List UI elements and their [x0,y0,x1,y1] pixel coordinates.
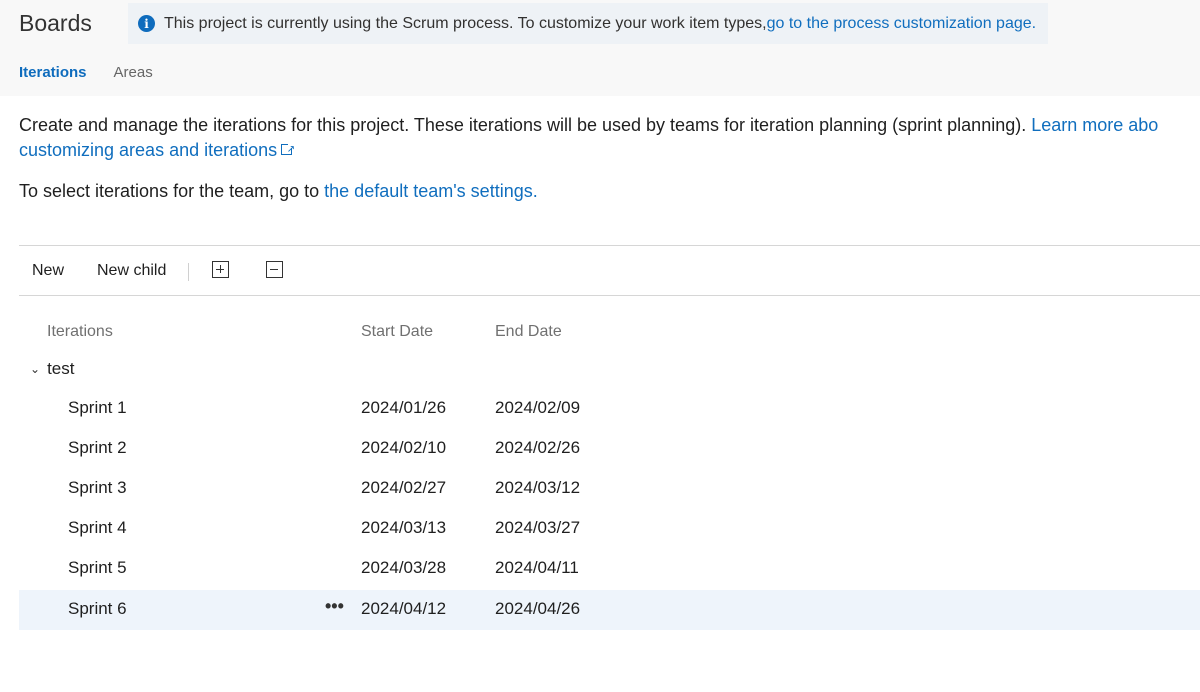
team-settings-text: To select iterations for the team, go to [19,181,325,201]
column-header-end-date[interactable]: End Date [495,323,562,341]
iteration-name: Sprint 2 [68,438,127,457]
description: Create and manage the iterations for thi… [19,113,1200,163]
table-row[interactable]: Sprint 4 2024/03/13 2024/03/27 [19,509,1200,549]
end-date: 2024/02/26 [495,438,581,457]
end-date: 2024/03/12 [495,478,581,497]
info-text: This project is currently using the Scru… [164,14,767,32]
iteration-name: Sprint 1 [68,398,127,417]
start-date: 2024/03/13 [361,518,447,537]
team-settings-line: To select iterations for the team, go to… [19,181,538,202]
start-date: 2024/03/28 [361,558,447,577]
external-link-icon [281,137,295,162]
start-date: 2024/02/10 [361,438,447,457]
tab-areas[interactable]: Areas [114,64,153,81]
chevron-down-icon[interactable]: ⌄ [30,362,40,376]
table-row[interactable]: Sprint 2 2024/02/10 2024/02/26 [19,429,1200,469]
more-actions-icon[interactable]: ••• [325,596,344,617]
tab-bar: Iterations Areas [19,64,180,81]
end-date: 2024/02/09 [495,398,581,417]
team-settings-link[interactable]: the default team's settings. [324,181,538,201]
learn-more-link-cont[interactable]: customizing areas and iterations [19,140,277,160]
iteration-name: Sprint 3 [68,478,127,497]
iteration-group-row[interactable]: ⌄ test [30,359,74,379]
iteration-name: Sprint 6 [68,599,127,618]
column-header-iterations[interactable]: Iterations [47,323,113,341]
end-date: 2024/04/26 [495,599,581,618]
table-row[interactable]: Sprint 1 2024/01/26 2024/02/09 [19,389,1200,429]
page-header: Boards i This project is currently using… [0,0,1200,96]
toolbar: New New child [19,245,1200,296]
start-date: 2024/02/27 [361,478,447,497]
collapse-all-icon[interactable] [266,261,283,278]
table-row-selected[interactable]: Sprint 6 ••• 2024/04/12 2024/04/26 [19,590,1200,630]
start-date: 2024/04/12 [361,599,447,618]
group-name: test [47,359,75,378]
end-date: 2024/04/11 [495,558,579,577]
table-row[interactable]: Sprint 5 2024/03/28 2024/04/11 [19,549,1200,589]
description-text: Create and manage the iterations for thi… [19,115,1032,135]
table-row[interactable]: Sprint 3 2024/02/27 2024/03/12 [19,469,1200,509]
expand-all-icon[interactable] [212,261,229,278]
end-date: 2024/03/27 [495,518,581,537]
info-icon: i [138,15,155,32]
iteration-name: Sprint 5 [68,558,127,577]
info-banner: i This project is currently using the Sc… [128,3,1048,44]
iteration-name: Sprint 4 [68,518,127,537]
new-child-button[interactable]: New child [97,262,166,280]
start-date: 2024/01/26 [361,398,447,417]
page-title: Boards [19,10,92,36]
new-button[interactable]: New [32,262,64,280]
process-customization-link[interactable]: go to the process customization page. [767,15,1037,33]
tab-iterations[interactable]: Iterations [19,64,87,81]
learn-more-link[interactable]: Learn more abo [1031,115,1158,135]
column-header-start-date[interactable]: Start Date [361,323,433,341]
toolbar-separator [188,263,189,281]
